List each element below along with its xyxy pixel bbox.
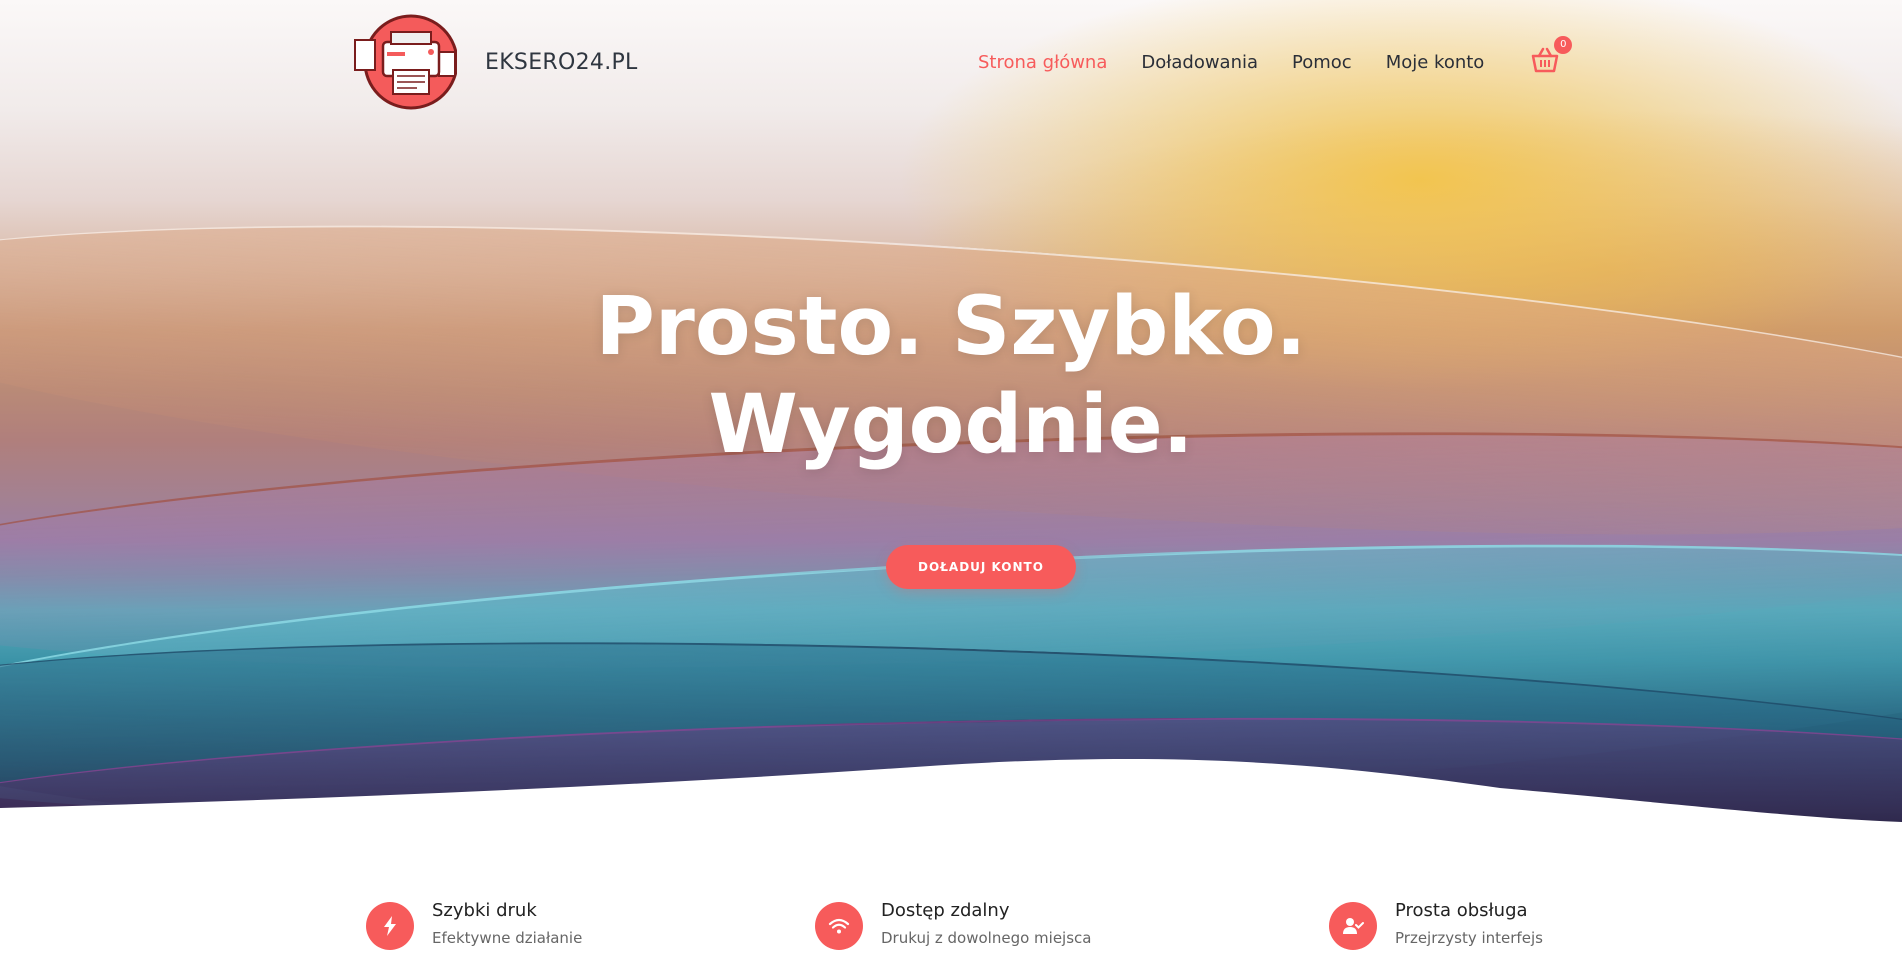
hero-wave-divider bbox=[0, 758, 1902, 830]
feature-item: Prosta obsługa Przejrzysty interfejs bbox=[1329, 900, 1543, 950]
nav-topups[interactable]: Doładowania bbox=[1141, 52, 1258, 73]
nav-home[interactable]: Strona główna bbox=[978, 52, 1107, 73]
hero-title-line-2: Wygodnie. bbox=[708, 378, 1194, 472]
feature-subtitle: Drukuj z dowolnego miejsca bbox=[881, 929, 1092, 947]
nav-my-account[interactable]: Moje konto bbox=[1386, 52, 1485, 73]
lightning-icon bbox=[366, 902, 414, 950]
feature-title: Szybki druk bbox=[432, 900, 537, 921]
hero-title: Prosto. Szybko. Wygodnie. bbox=[0, 278, 1902, 474]
printer-logo-icon bbox=[354, 14, 457, 110]
site-logo[interactable]: EKSERO24.PL bbox=[351, 12, 638, 112]
hero-title-line-1: Prosto. Szybko. bbox=[595, 280, 1307, 374]
cart-button[interactable]: 0 bbox=[1530, 36, 1573, 74]
features-row: Szybki druk Efektywne działanie Dostęp z… bbox=[0, 900, 1902, 961]
feature-subtitle: Przejrzysty interfejs bbox=[1395, 929, 1543, 947]
feature-subtitle: Efektywne działanie bbox=[432, 929, 583, 947]
nav-help[interactable]: Pomoc bbox=[1292, 52, 1352, 73]
brand-name: EKSERO24.PL bbox=[485, 49, 638, 75]
wifi-icon bbox=[815, 902, 863, 950]
feature-item: Szybki druk Efektywne działanie bbox=[366, 900, 582, 950]
user-check-icon bbox=[1329, 902, 1377, 950]
feature-item: Dostęp zdalny Drukuj z dowolnego miejsca bbox=[815, 900, 1091, 950]
feature-title: Dostęp zdalny bbox=[881, 900, 1010, 921]
top-up-account-button[interactable]: DOŁADUJ KONTO bbox=[886, 545, 1076, 589]
feature-title: Prosta obsługa bbox=[1395, 900, 1528, 921]
main-nav: Strona główna Doładowania Pomoc Moje kon… bbox=[978, 36, 1573, 74]
